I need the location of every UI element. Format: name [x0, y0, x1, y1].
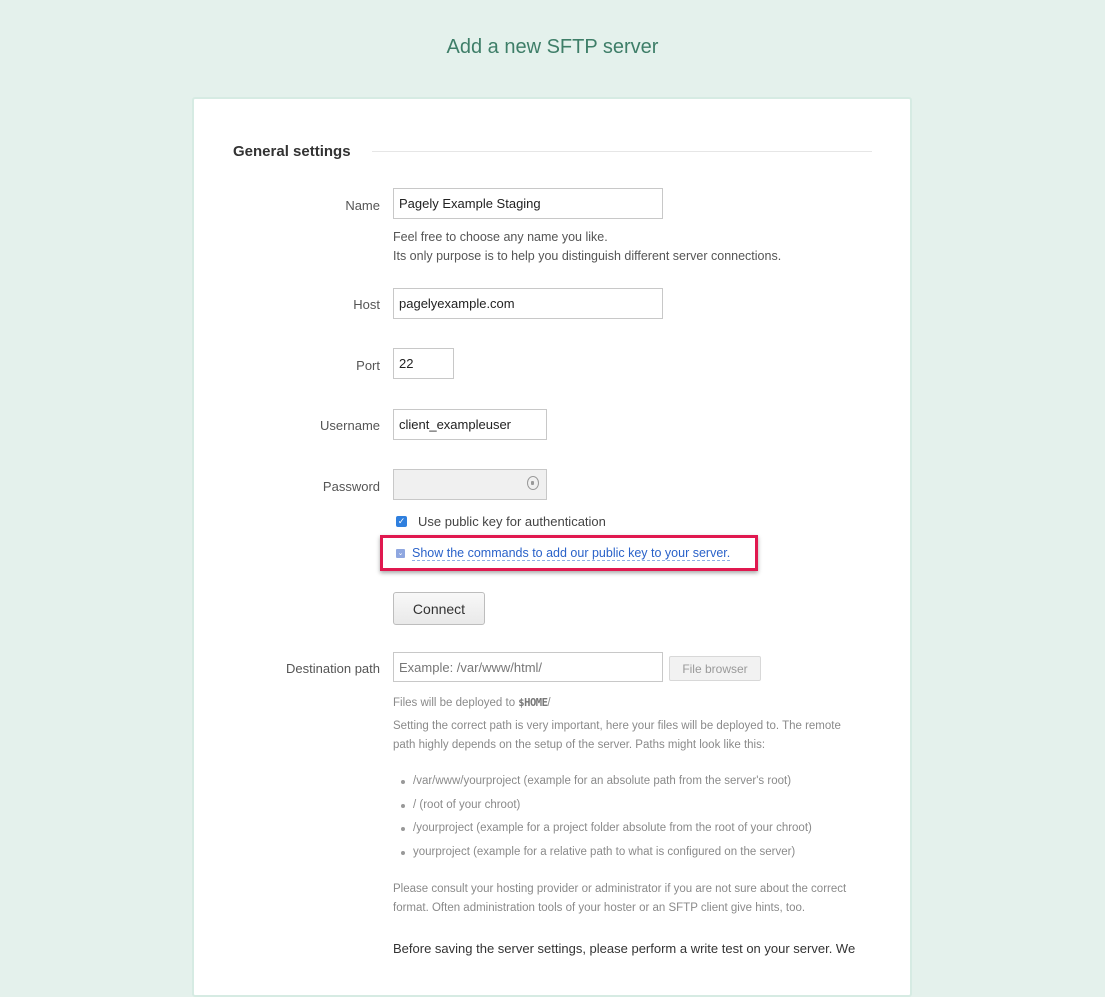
server-settings-card: General settings Name Feel free to choos… [192, 97, 912, 997]
name-help: Feel free to choose any name you like. I… [393, 228, 781, 266]
public-key-label: Use public key for authentication [418, 514, 606, 529]
path-example: /yourproject (example for a project fold… [401, 817, 812, 841]
key-icon[interactable] [527, 476, 539, 490]
deploy-location-text: Files will be deployed to $HOME/ [393, 694, 551, 713]
username-input[interactable] [393, 409, 547, 440]
public-key-checkbox[interactable]: ✓ [396, 516, 407, 527]
show-commands-toggle[interactable]: ⌄ Show the commands to add our public ke… [396, 546, 731, 561]
deploy-prefix: Files will be deployed to [393, 697, 519, 709]
username-label: Username [320, 418, 380, 433]
consult-text: Please consult your hosting provider or … [393, 883, 847, 914]
public-key-option[interactable]: ✓ Use public key for authentication [396, 514, 606, 529]
name-input[interactable] [393, 188, 663, 219]
write-test-text: Before saving the server settings, pleas… [393, 941, 856, 956]
password-input[interactable] [393, 469, 547, 500]
host-input[interactable] [393, 288, 663, 319]
show-commands-link[interactable]: Show the commands to add our public key … [412, 546, 731, 561]
password-field [393, 469, 547, 500]
port-input[interactable] [393, 348, 454, 379]
file-browser-button[interactable]: File browser [669, 656, 761, 681]
path-examples-list: /var/www/yourproject (example for an abs… [393, 770, 812, 864]
name-help-line-2: Its only purpose is to help you distingu… [393, 249, 782, 263]
host-label: Host [353, 297, 380, 312]
page-title: Add a new SFTP server [446, 36, 659, 58]
section-heading: General settings [233, 143, 351, 160]
section-divider [372, 151, 872, 152]
password-label: Password [322, 479, 380, 494]
path-example: / (root of your chroot) [401, 794, 812, 818]
expand-toggle-icon[interactable]: ⌄ [396, 549, 405, 558]
deploy-suffix: / [547, 697, 551, 709]
deploy-variable: $HOME [518, 697, 548, 709]
connect-button[interactable]: Connect [393, 592, 485, 625]
destination-label: Destination path [286, 661, 380, 676]
path-example: yourproject (example for a relative path… [401, 841, 812, 865]
port-label: Port [356, 358, 380, 373]
path-explanation: Setting the correct path is very importa… [393, 720, 841, 751]
name-label: Name [345, 198, 380, 213]
path-example: /var/www/yourproject (example for an abs… [401, 770, 812, 794]
destination-path-input[interactable] [393, 652, 663, 682]
name-help-line-1: Feel free to choose any name you like. [393, 230, 608, 244]
